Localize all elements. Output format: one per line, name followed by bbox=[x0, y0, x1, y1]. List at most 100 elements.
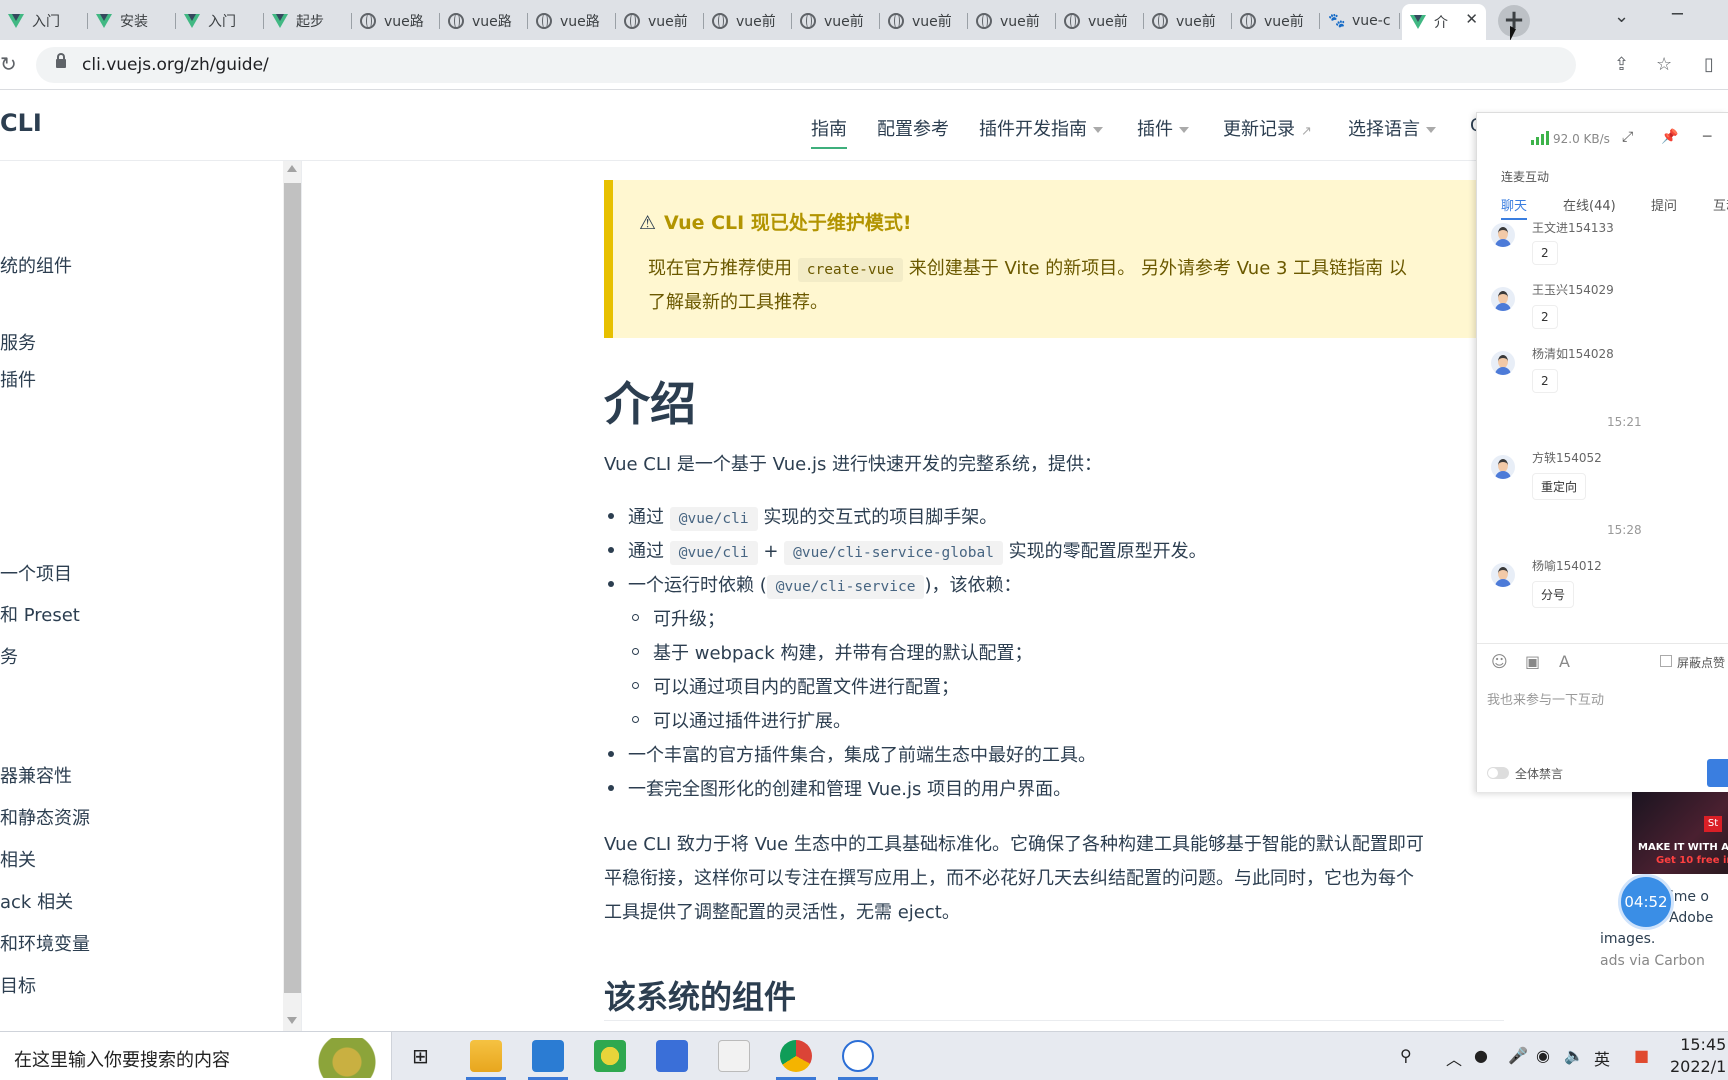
star-bookmark-icon[interactable]: ☆ bbox=[1656, 54, 1672, 75]
browser-tab[interactable]: vue前 bbox=[704, 6, 792, 36]
chat-input[interactable]: 我也来参与一下互动 bbox=[1487, 689, 1604, 708]
chat-username: 王玉兴154029 bbox=[1532, 283, 1614, 297]
chat-tab-questions[interactable]: 提问 bbox=[1651, 195, 1677, 214]
tray-chevron-up-icon[interactable]: ︿ bbox=[1446, 1046, 1462, 1070]
expand-icon[interactable]: ⤢ bbox=[1622, 129, 1633, 145]
sidebar-item[interactable]: 和环境变量 bbox=[0, 930, 90, 956]
sidebar-item[interactable]: 统的组件 bbox=[0, 252, 72, 278]
taskbar-clock[interactable]: 15:45 2022/1 bbox=[1670, 1034, 1726, 1078]
tray-s-icon[interactable]: ■ bbox=[1634, 1046, 1649, 1065]
sidebar-item[interactable]: 一个项目 bbox=[0, 560, 72, 586]
people-icon[interactable]: ⚲ bbox=[1400, 1046, 1412, 1065]
ime-indicator[interactable]: 英 bbox=[1594, 1046, 1610, 1070]
url-text[interactable]: cli.vuejs.org/zh/guide/ bbox=[82, 55, 269, 75]
minimize-window-icon[interactable]: ─ bbox=[1672, 4, 1683, 25]
sidebar-item[interactable]: 相关 bbox=[0, 846, 36, 872]
live-chat-panel: 92.0 KB/s ⤢ 📌 ─ 连麦互动 聊天 在线(44) 提问 互动 王文进… bbox=[1476, 112, 1728, 792]
reload-icon[interactable]: ↻ bbox=[0, 52, 17, 76]
browser-tab[interactable]: vue前 bbox=[1056, 6, 1144, 36]
close-tab-icon[interactable]: ✕ bbox=[1465, 10, 1478, 28]
share-icon[interactable]: ⇪ bbox=[1614, 54, 1629, 75]
send-button[interactable] bbox=[1707, 759, 1728, 787]
chat-tab-interact[interactable]: 互动 bbox=[1713, 195, 1728, 214]
minimize-panel-icon[interactable]: ─ bbox=[1703, 129, 1711, 145]
vscode-icon[interactable] bbox=[532, 1040, 564, 1072]
scroll-down-arrow-icon[interactable] bbox=[287, 1017, 297, 1024]
emoji-icon[interactable]: ☺ bbox=[1491, 652, 1508, 671]
font-size-icon[interactable]: A bbox=[1559, 652, 1570, 671]
sidebar-item[interactable]: 和 Preset bbox=[0, 601, 80, 627]
sidebar-item[interactable]: ack 相关 bbox=[0, 888, 73, 914]
sidebar: 统的组件 服务 插件 一个项目 和 Preset 务 器兼容性 和静态资源 相关… bbox=[0, 161, 302, 1031]
browser-tab[interactable]: vue路 bbox=[440, 6, 528, 36]
carbon-ad-image[interactable]: St MAKE IT WITH ADO Get 10 free im bbox=[1632, 792, 1728, 874]
sidebar-item[interactable]: 服务 bbox=[0, 329, 36, 355]
browser-tab[interactable]: vue路 bbox=[528, 6, 616, 36]
sidebar-item[interactable]: 插件 bbox=[0, 366, 36, 392]
chat-message: 重定向 bbox=[1532, 473, 1587, 500]
meeting-app-icon[interactable] bbox=[842, 1040, 874, 1072]
sub-list-item: 可以通过插件进行扩展。 bbox=[653, 711, 851, 732]
sidebar-item[interactable]: 器兼容性 bbox=[0, 762, 72, 788]
nav-plugin-dev[interactable]: 插件开发指南 bbox=[979, 115, 1103, 141]
block-likes-checkbox[interactable] bbox=[1660, 655, 1672, 667]
chat-tab-online[interactable]: 在线(44) bbox=[1563, 195, 1616, 214]
sub-bullet-circle bbox=[632, 648, 639, 655]
browser-tab[interactable]: 安装 bbox=[88, 6, 176, 36]
ad-text[interactable]: images. bbox=[1600, 931, 1655, 947]
ads-via-carbon-link[interactable]: ads via Carbon bbox=[1600, 953, 1705, 969]
nav-language[interactable]: 选择语言 bbox=[1348, 115, 1436, 141]
inline-code: @vue/cli bbox=[669, 541, 758, 565]
chat-username: 杨喻154012 bbox=[1532, 559, 1602, 573]
volume-icon[interactable]: 🔈 bbox=[1564, 1046, 1584, 1065]
sidebar-scroll-thumb[interactable] bbox=[284, 183, 301, 993]
microphone-icon[interactable]: 🎤 bbox=[1508, 1046, 1528, 1065]
browser-tab[interactable]: vue前 bbox=[616, 6, 704, 36]
mute-all-toggle[interactable] bbox=[1487, 767, 1509, 779]
browser-tab[interactable]: 入门 bbox=[176, 6, 264, 36]
file-explorer-icon[interactable] bbox=[470, 1040, 502, 1072]
nav-plugins[interactable]: 插件 bbox=[1137, 115, 1189, 141]
app-icon[interactable] bbox=[594, 1040, 626, 1072]
nav-changelog[interactable]: 更新记录 ↗ bbox=[1223, 115, 1312, 141]
browser-tab[interactable]: 起步 bbox=[264, 6, 352, 36]
nav-config[interactable]: 配置参考 bbox=[877, 115, 949, 141]
baidu-paw-icon: 🐾 bbox=[1328, 13, 1346, 29]
chrome-icon[interactable] bbox=[780, 1040, 812, 1072]
task-view-icon[interactable]: ⊞ bbox=[412, 1044, 429, 1068]
floating-timer[interactable]: 04:52 bbox=[1618, 874, 1674, 930]
globe-icon bbox=[712, 13, 728, 29]
bullet-dot bbox=[608, 513, 614, 519]
warning-text: 现在官方推荐使用 create-vue 来创建基于 Vite 的新项目。 另外请… bbox=[648, 254, 1407, 282]
qq-icon[interactable]: ◉ bbox=[1536, 1046, 1550, 1065]
bullet-dot bbox=[608, 547, 614, 553]
browser-tab[interactable]: vue前 bbox=[968, 6, 1056, 36]
image-icon[interactable]: ▣ bbox=[1525, 652, 1540, 671]
chat-tab-chat[interactable]: 聊天 bbox=[1501, 195, 1528, 220]
tray-app-icon[interactable]: ● bbox=[1474, 1046, 1488, 1065]
browser-tab[interactable]: vue前 bbox=[792, 6, 880, 36]
sidebar-item[interactable]: 和静态资源 bbox=[0, 804, 90, 830]
browser-tab-strip: 入门 安装 入门 起步 vue路 vue路 vue路 vue前 vue前 vue… bbox=[0, 0, 1728, 41]
browser-tab[interactable]: 🐾 vue-c bbox=[1320, 6, 1400, 36]
browser-tab[interactable]: vue前 bbox=[1232, 6, 1320, 36]
scroll-up-arrow-icon[interactable] bbox=[287, 165, 297, 172]
nav-guide[interactable]: 指南 bbox=[811, 115, 847, 149]
side-panel-icon[interactable]: ▯ bbox=[1704, 54, 1714, 75]
browser-tab[interactable]: vue前 bbox=[1144, 6, 1232, 36]
tab-search-chevron-icon[interactable]: ⌄ bbox=[1614, 6, 1629, 27]
app-p-icon[interactable] bbox=[656, 1040, 688, 1072]
site-title[interactable]: CLI bbox=[0, 109, 42, 137]
lock-icon[interactable] bbox=[56, 53, 66, 68]
taskbar-search-box[interactable]: 在这里输入你要搜索的内容 bbox=[0, 1032, 392, 1080]
browser-tab[interactable]: vue前 bbox=[880, 6, 968, 36]
browser-tab[interactable]: vue路 bbox=[352, 6, 440, 36]
browser-tab-active[interactable]: 介 ✕ bbox=[1402, 4, 1486, 40]
sidebar-item[interactable]: 目标 bbox=[0, 972, 36, 998]
omnibox[interactable]: cli.vuejs.org/zh/guide/ bbox=[36, 47, 1576, 83]
taskbar-search-placeholder[interactable]: 在这里输入你要搜索的内容 bbox=[14, 1046, 230, 1072]
browser-tab[interactable]: 入门 bbox=[0, 6, 88, 36]
typora-icon[interactable] bbox=[718, 1040, 750, 1072]
pin-icon[interactable]: 📌 bbox=[1661, 129, 1678, 145]
sidebar-item[interactable]: 务 bbox=[0, 643, 18, 669]
